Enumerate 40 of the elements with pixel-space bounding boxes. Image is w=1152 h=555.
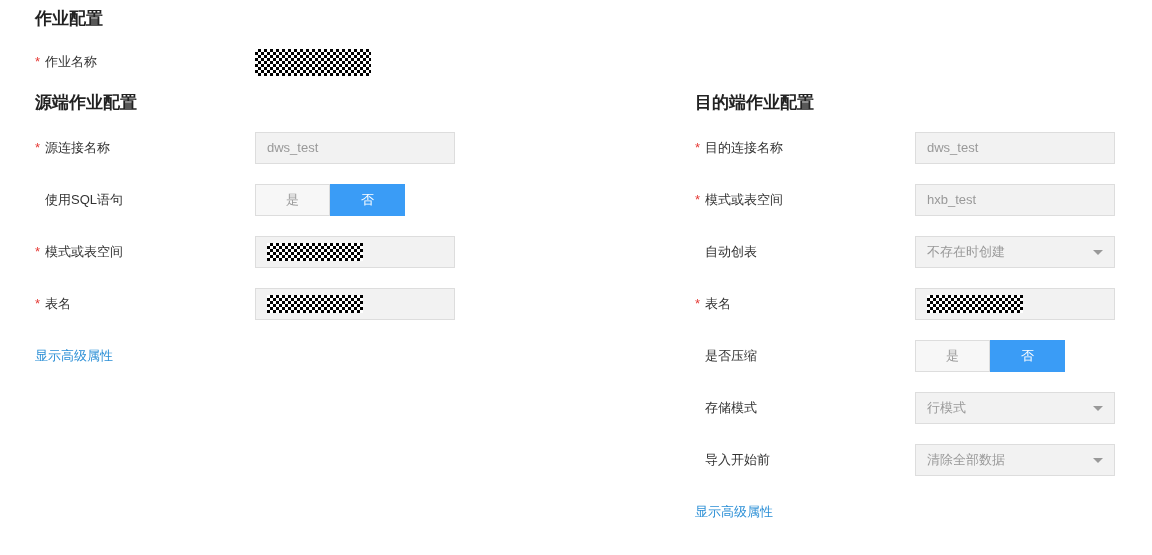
input-field[interactable] xyxy=(255,236,455,268)
field-label: 存储模式 xyxy=(705,399,757,418)
caret-icon xyxy=(1093,249,1103,255)
toggle-option[interactable]: 是 xyxy=(915,340,990,372)
field-label: 目的连接名称 xyxy=(705,139,783,158)
field-label: 模式或表空间 xyxy=(45,243,123,262)
field-label: 表名 xyxy=(45,295,71,314)
input-field[interactable] xyxy=(255,288,455,320)
required-asterisk: * xyxy=(695,295,701,314)
field-label: 导入开始前 xyxy=(705,451,770,470)
toggle-option[interactable]: 否 xyxy=(330,184,405,216)
select-field[interactable]: 清除全部数据 xyxy=(915,444,1115,476)
required-asterisk: * xyxy=(35,139,41,158)
field-label: 作业名称 xyxy=(45,53,97,72)
field-label: 是否压缩 xyxy=(705,347,757,366)
section-title: 源端作业配置 xyxy=(35,92,138,115)
required-asterisk: * xyxy=(35,53,41,72)
field-label: 源连接名称 xyxy=(45,139,110,158)
field-label: 自动创表 xyxy=(705,243,757,262)
caret-icon xyxy=(1093,405,1103,411)
field-label: 表名 xyxy=(705,295,731,314)
advanced-link[interactable]: 显示高级属性 xyxy=(695,502,773,522)
advanced-link[interactable]: 显示高级属性 xyxy=(35,346,113,366)
required-asterisk: * xyxy=(35,243,41,262)
required-asterisk: * xyxy=(695,191,701,210)
select-field[interactable]: 不存在时创建 xyxy=(915,236,1115,268)
required-asterisk: * xyxy=(35,295,41,314)
field-label: 模式或表空间 xyxy=(705,191,783,210)
required-asterisk: * xyxy=(695,139,701,158)
section-title: 作业配置 xyxy=(35,8,104,31)
toggle-option[interactable]: 否 xyxy=(990,340,1065,372)
toggle-option[interactable]: 是 xyxy=(255,184,330,216)
input-field[interactable]: dws_test xyxy=(255,132,455,164)
input-field[interactable]: hxb_test xyxy=(915,184,1115,216)
select-field[interactable]: 行模式 xyxy=(915,392,1115,424)
input-field[interactable] xyxy=(915,288,1115,320)
input-field[interactable]: dws_test xyxy=(915,132,1115,164)
section-title: 目的端作业配置 xyxy=(695,92,815,115)
field-label: 使用SQL语句 xyxy=(45,191,123,210)
caret-icon xyxy=(1093,457,1103,463)
